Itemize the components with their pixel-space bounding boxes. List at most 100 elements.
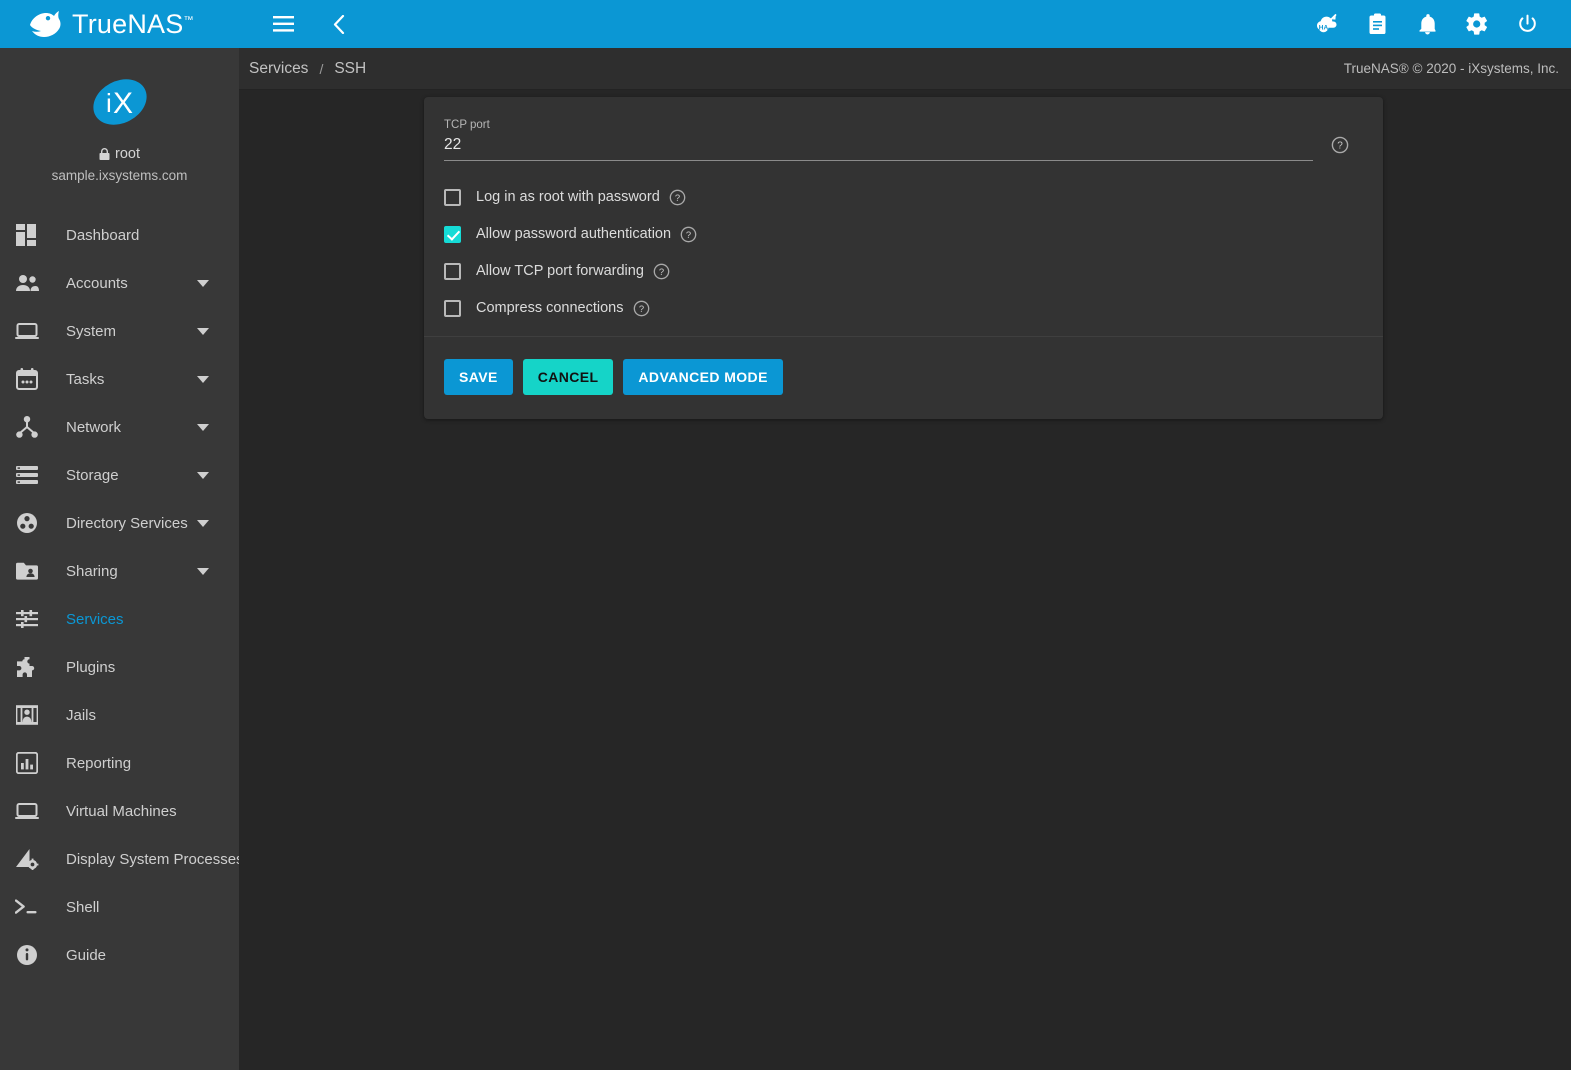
- svg-text:?: ?: [675, 192, 680, 203]
- sidebar-item-label: Accounts: [66, 274, 128, 292]
- svg-text:X: X: [113, 87, 133, 120]
- sidebar-item-label: Directory Services: [66, 514, 188, 532]
- chevron-down-icon[interactable]: [197, 519, 209, 527]
- calendar-icon: [10, 368, 44, 390]
- sidebar-item-tasks[interactable]: Tasks: [0, 355, 239, 403]
- truenas-fish-logo-icon: [28, 9, 62, 39]
- monitor-icon: [10, 802, 44, 820]
- breadcrumb-current: SSH: [334, 59, 367, 77]
- sidebar-item-network[interactable]: Network: [0, 403, 239, 451]
- breadcrumb: Services / SSH: [249, 60, 366, 78]
- sidebar-item-label: Jails: [66, 706, 97, 724]
- laptop-icon: [10, 322, 44, 340]
- checkbox-label[interactable]: Compress connections: [476, 300, 624, 316]
- settings-gear-icon[interactable]: [1459, 6, 1495, 42]
- sidebar-item-label: Reporting: [66, 754, 132, 772]
- chevron-down-icon[interactable]: [197, 471, 209, 479]
- chevron-down-icon[interactable]: [197, 375, 209, 383]
- sidebar-item-label: Tasks: [66, 370, 105, 388]
- sidebar-item-label: Network: [66, 418, 122, 436]
- sidebar-item-display-system-processes[interactable]: Display System Processes: [0, 835, 239, 883]
- tcp-port-help-circle-icon[interactable]: ?: [1331, 136, 1349, 159]
- jail-bars-icon: [10, 704, 44, 726]
- help-circle-icon[interactable]: ?: [669, 189, 686, 206]
- terminal-prompt-icon: [10, 898, 44, 916]
- sidebar: TrueNAS™ i X root sample.ixsystems.com D…: [0, 0, 239, 1070]
- chevron-left-icon[interactable]: [321, 6, 357, 42]
- main-area: HA Services / SSH TrueNAS® © 2020 - iXsy…: [239, 0, 1571, 1070]
- storage-list-icon: [10, 466, 44, 484]
- chevron-down-icon[interactable]: [197, 423, 209, 431]
- sidebar-item-label: Dashboard: [66, 226, 140, 244]
- ssh-settings-form: TCP port ? Log in as root with password?…: [424, 97, 1383, 336]
- checkbox-allow-tcp-port-forwarding[interactable]: [444, 262, 461, 280]
- svg-text:?: ?: [686, 229, 691, 240]
- tcp-port-field: TCP port ?: [444, 119, 1349, 161]
- sidebar-item-virtual-machines[interactable]: Virtual Machines: [0, 787, 239, 835]
- sidebar-item-sharing[interactable]: Sharing: [0, 547, 239, 595]
- advanced-mode-button[interactable]: ADVANCED MODE: [623, 359, 783, 395]
- sidebar-item-accounts[interactable]: Accounts: [0, 259, 239, 307]
- sidebar-item-label: Services: [66, 610, 124, 628]
- sidebar-item-services[interactable]: Services: [0, 595, 239, 643]
- people-icon: [10, 274, 44, 292]
- breadcrumb-bar: Services / SSH TrueNAS® © 2020 - iXsyste…: [239, 48, 1571, 90]
- ssh-settings-card: TCP port ? Log in as root with password?…: [424, 97, 1383, 419]
- checkbox-log-in-as-root-with-password[interactable]: [444, 188, 461, 206]
- tcp-port-input[interactable]: [444, 136, 1313, 161]
- checkbox-label[interactable]: Log in as root with password: [476, 189, 660, 205]
- copyright-text: TrueNAS® © 2020 - iXsystems, Inc.: [1343, 61, 1559, 76]
- checkbox-label[interactable]: Allow TCP port forwarding: [476, 263, 644, 279]
- help-circle-icon[interactable]: ?: [680, 226, 697, 243]
- brand-header[interactable]: TrueNAS™: [0, 0, 239, 48]
- sliders-tune-icon: [10, 610, 44, 628]
- chevron-down-icon[interactable]: [197, 567, 209, 575]
- help-circle-icon[interactable]: ?: [653, 263, 670, 280]
- sidebar-item-dashboard[interactable]: Dashboard: [0, 211, 239, 259]
- sidebar-item-directory-services[interactable]: Directory Services: [0, 499, 239, 547]
- folder-shared-icon: [10, 562, 44, 580]
- user-profile: i X root sample.ixsystems.com: [0, 48, 239, 197]
- hamburger-menu-icon[interactable]: [265, 6, 301, 42]
- ha-status-icon[interactable]: HA: [1309, 6, 1345, 42]
- sidebar-item-system[interactable]: System: [0, 307, 239, 355]
- chevron-down-icon[interactable]: [197, 279, 209, 287]
- sidebar-item-label: Shell: [66, 898, 100, 916]
- checkbox-row: Compress connections?: [444, 294, 1349, 322]
- sidebar-item-label: Sharing: [66, 562, 118, 580]
- checkbox-allow-password-authentication[interactable]: [444, 225, 461, 243]
- profile-username: root: [115, 146, 140, 162]
- help-circle-icon[interactable]: ?: [633, 300, 650, 317]
- checkbox-row: Log in as root with password?: [444, 183, 1349, 211]
- chevron-down-icon[interactable]: [197, 327, 209, 335]
- sidebar-item-guide[interactable]: Guide: [0, 931, 239, 979]
- checkbox-row: Allow TCP port forwarding?: [444, 257, 1349, 285]
- sidebar-item-storage[interactable]: Storage: [0, 451, 239, 499]
- ssh-options-checkbox-group: Log in as root with password? Allow passw…: [444, 183, 1349, 322]
- tcp-port-label: TCP port: [444, 119, 490, 131]
- breadcrumb-separator: /: [319, 60, 324, 77]
- sidebar-item-shell[interactable]: Shell: [0, 883, 239, 931]
- checkbox-label[interactable]: Allow password authentication: [476, 226, 671, 242]
- sidebar-item-reporting[interactable]: Reporting: [0, 739, 239, 787]
- save-button[interactable]: SAVE: [444, 359, 513, 395]
- notifications-bell-icon[interactable]: [1409, 6, 1445, 42]
- network-tree-icon: [10, 416, 44, 438]
- info-circle-icon: [10, 944, 44, 966]
- directory-services-icon: [10, 512, 44, 534]
- cancel-button[interactable]: CANCEL: [522, 359, 614, 395]
- brand-name: TrueNAS™: [72, 10, 194, 38]
- topbar-actions: HA: [1309, 6, 1545, 42]
- power-icon[interactable]: [1509, 6, 1545, 42]
- profile-username-row: root: [0, 146, 239, 162]
- breadcrumb-parent[interactable]: Services: [249, 60, 308, 78]
- jobs-clipboard-icon[interactable]: [1359, 6, 1395, 42]
- checkbox-compress-connections[interactable]: [444, 299, 461, 317]
- topbar: HA: [239, 0, 1571, 48]
- dashboard-icon: [10, 224, 44, 246]
- sidebar-item-label: Display System Processes: [66, 850, 239, 868]
- process-gear-icon: [10, 848, 44, 870]
- truenas-app: TrueNAS™ i X root sample.ixsystems.com D…: [0, 0, 1571, 1070]
- sidebar-item-plugins[interactable]: Plugins: [0, 643, 239, 691]
- sidebar-item-jails[interactable]: Jails: [0, 691, 239, 739]
